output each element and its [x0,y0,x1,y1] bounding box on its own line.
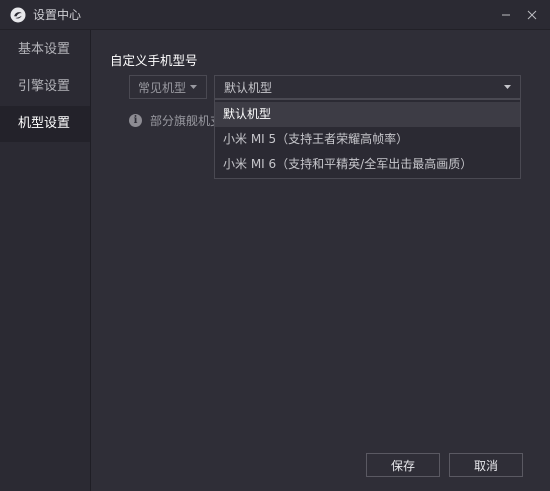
info-note: i 部分旗舰机支 [129,112,222,129]
window-title: 设置中心 [33,8,82,22]
section-title: 自定义手机型号 [110,53,198,68]
phone-model-dropdown: 默认机型 小米 MI 5（支持王者荣耀高帧率） 小米 MI 6（支持和平精英/全… [214,99,521,179]
info-text: 部分旗舰机支 [150,114,223,128]
close-icon [527,10,537,20]
info-icon: i [129,114,142,127]
title-bar: 设置中心 [0,0,550,30]
dropdown-option-mi6[interactable]: 小米 MI 6（支持和平精英/全军出击最高画质） [215,152,520,177]
settings-sidebar: 基本设置 引擎设置 机型设置 [0,30,91,491]
close-button[interactable] [518,0,546,30]
sidebar-item-basic-settings[interactable]: 基本设置 [0,32,90,68]
dropdown-option-mi5[interactable]: 小米 MI 5（支持王者荣耀高帧率） [215,127,520,152]
phone-model-select[interactable]: 默认机型 [214,75,521,99]
sidebar-item-model-settings[interactable]: 机型设置 [0,106,90,142]
sidebar-item-engine-settings[interactable]: 引擎设置 [0,69,90,105]
settings-panel: 自定义手机型号 常见机型 默认机型 i 部分旗舰机支 默认机型 小米 MI 5（… [91,30,550,491]
phone-model-select-value: 默认机型 [224,80,273,95]
chevron-down-icon [190,85,197,89]
dropdown-option-default[interactable]: 默认机型 [215,102,520,127]
save-button[interactable]: 保存 [366,453,440,477]
common-model-select-value: 常见机型 [138,80,187,95]
chevron-down-icon [504,85,511,89]
common-model-select[interactable]: 常见机型 [129,75,207,99]
minimize-button[interactable] [492,0,520,30]
minimize-icon [502,14,510,16]
app-logo-icon [10,7,26,22]
cancel-button[interactable]: 取消 [449,453,523,477]
